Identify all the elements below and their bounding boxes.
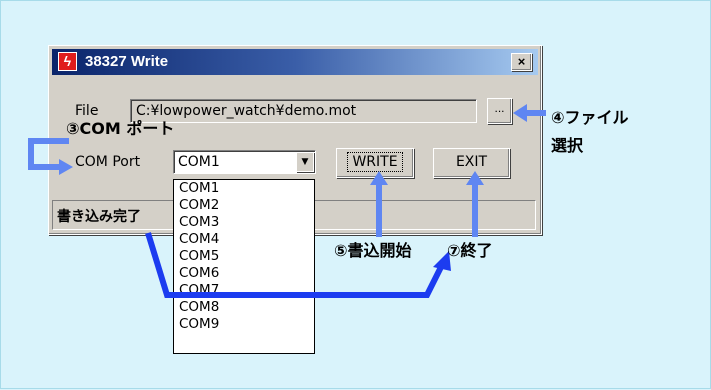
status-text: 書き込み完了 xyxy=(57,209,141,225)
title-bar[interactable]: ϟ 38327 Write × xyxy=(52,49,538,75)
lightning-icon: ϟ xyxy=(58,52,77,71)
window-title: 38327 Write xyxy=(85,53,169,70)
com-option[interactable]: COM2 xyxy=(174,197,314,214)
annotation-com-port: ③COM ポート xyxy=(66,119,175,138)
write-button-label: WRITE xyxy=(347,152,403,172)
com-option[interactable]: COM8 xyxy=(174,299,314,316)
annotation-file-select-1: ④ファイル xyxy=(551,108,629,127)
com-port-label: COM Port xyxy=(75,154,141,170)
exit-button[interactable]: EXIT xyxy=(433,148,510,178)
browse-button[interactable]: ... xyxy=(487,98,512,124)
com-option[interactable]: COM1 xyxy=(174,180,314,197)
file-path-field[interactable]: C:¥lowpower_watch¥demo.mot xyxy=(130,99,477,123)
com-port-dropdown-list[interactable]: COM1 COM2 COM3 COM4 COM5 COM6 COM7 COM8 … xyxy=(173,179,315,354)
com-option[interactable]: COM3 xyxy=(174,214,314,231)
com-option[interactable]: COM5 xyxy=(174,248,314,265)
annotation-file-select-2: 選択 xyxy=(551,136,584,155)
com-option[interactable]: COM7 xyxy=(174,282,314,299)
annotation-write-start: ⑤書込開始 xyxy=(334,241,412,260)
com-port-select[interactable]: COM1 ▼ xyxy=(173,150,316,174)
chevron-down-icon[interactable]: ▼ xyxy=(296,152,314,172)
com-option[interactable]: COM6 xyxy=(174,265,314,282)
com-option[interactable]: COM9 xyxy=(174,316,314,333)
annotation-exit: ⑦終了 xyxy=(447,241,493,260)
tutorial-canvas: ϟ 38327 Write × File C:¥lowpower_watch¥d… xyxy=(0,0,711,389)
close-button[interactable]: × xyxy=(511,53,532,71)
write-button[interactable]: WRITE xyxy=(336,148,414,178)
com-option[interactable]: COM4 xyxy=(174,231,314,248)
com-port-selected: COM1 xyxy=(178,154,220,170)
